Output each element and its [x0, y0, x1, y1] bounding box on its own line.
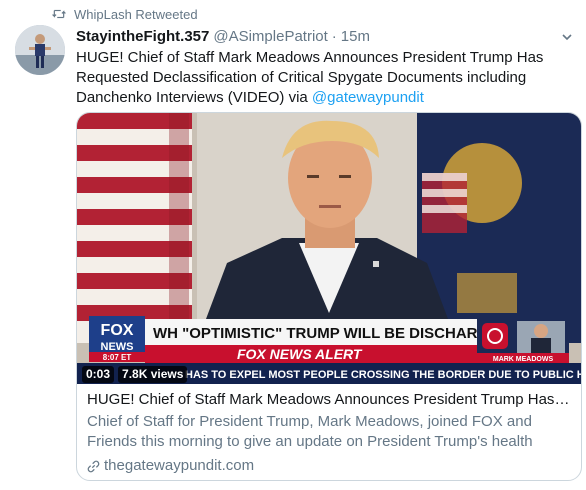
fox-logo-top: FOX — [101, 322, 134, 339]
inset-name: MARK MEADOWS — [493, 356, 554, 363]
chyron-ticker: HAS TO EXPEL MOST PEOPLE CROSSING THE BO… — [185, 369, 582, 381]
tweet-text: HUGE! Chief of Staff Mark Meadows Announ… — [76, 48, 574, 108]
link-icon — [87, 460, 100, 472]
tweet-body-text: HUGE! Chief of Staff Mark Meadows Announ… — [76, 49, 544, 106]
card-body[interactable]: HUGE! Chief of Staff Mark Meadows Announ… — [77, 384, 581, 476]
chevron-down-icon[interactable] — [560, 30, 574, 44]
card-title[interactable]: HUGE! Chief of Staff Mark Meadows Announ… — [87, 390, 573, 410]
card-domain[interactable]: thegatewaypundit.com — [87, 456, 573, 476]
card-description: Chief of Staff for President Trump, Mark… — [87, 413, 533, 450]
video-duration: 0:03 — [82, 366, 115, 383]
tweet-timestamp[interactable]: 15m — [341, 28, 370, 45]
retweeted-by-label[interactable]: WhipLash Retweeted — [74, 7, 198, 22]
video-thumbnail[interactable]: FOX NEWS 8:07 ET WH "OPTIMISTIC" TRUMP W… — [77, 113, 582, 384]
retweet-indicator: WhipLash Retweeted — [52, 5, 198, 23]
fox-logo-bottom: NEWS — [101, 341, 134, 353]
chyron-alert: FOX NEWS ALERT — [237, 346, 363, 362]
separator-dot: · — [331, 28, 337, 45]
retweet-icon — [52, 9, 66, 19]
link-card[interactable]: FOX NEWS 8:07 ET WH "OPTIMISTIC" TRUMP W… — [76, 112, 582, 481]
fox-time: 8:07 ET — [103, 353, 132, 362]
video-badges: 0:03 7.8K views — [82, 366, 188, 383]
card-domain-text[interactable]: thegatewaypundit.com — [104, 456, 254, 476]
avatar[interactable] — [15, 25, 65, 75]
view-count: 7.8K views — [118, 366, 188, 383]
tweet-header: StayintheFight.357 @ASimplePatriot · 15m — [76, 28, 370, 48]
mention-link[interactable]: @gatewaypundit — [312, 89, 424, 106]
user-handle[interactable]: @ASimplePatriot — [213, 28, 327, 45]
display-name[interactable]: StayintheFight.357 — [76, 28, 209, 45]
